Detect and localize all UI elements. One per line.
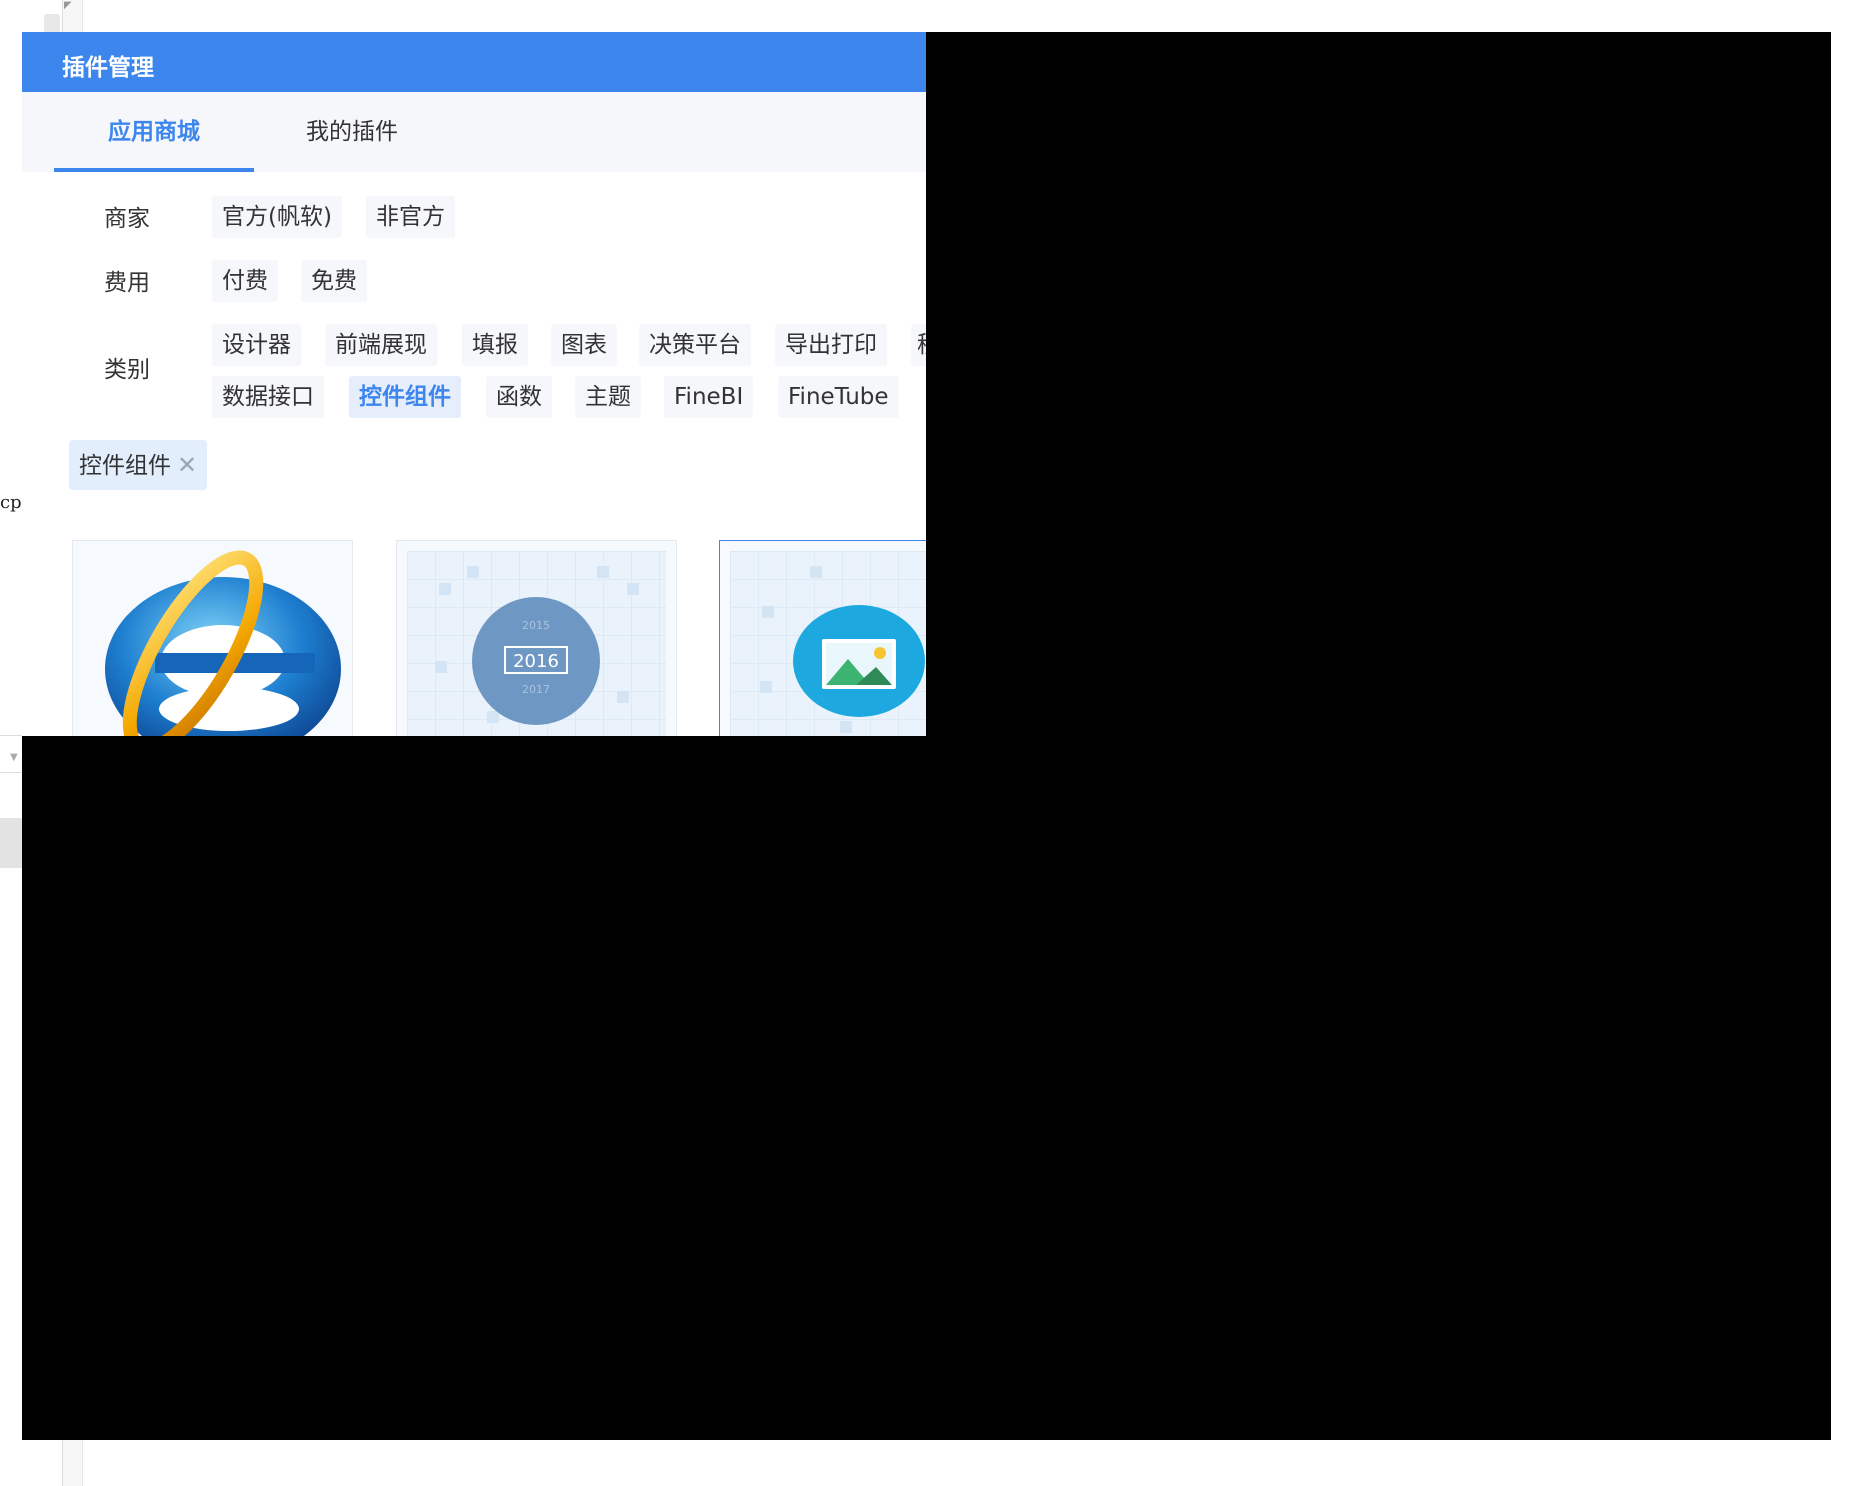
- plugin-card[interactable]: [719, 540, 927, 736]
- dialog-title: 插件管理: [62, 55, 154, 81]
- dialog-header: 插件管理: [22, 32, 927, 92]
- filter-chip-widget[interactable]: 控件组件: [349, 376, 461, 418]
- tab-my-plugins[interactable]: 我的插件: [277, 92, 427, 172]
- filter-label-cost: 费用: [104, 270, 150, 296]
- filter-chip-finebi[interactable]: FineBI: [664, 376, 754, 418]
- dropdown-arrow-icon[interactable]: ▼: [10, 752, 18, 763]
- filter-chip-export-print[interactable]: 导出打印: [775, 324, 887, 366]
- redacted-region: [22, 736, 927, 1440]
- filter-label-vendor: 商家: [104, 206, 150, 232]
- filter-chip-function[interactable]: 函数: [486, 376, 552, 418]
- filter-chip-fill-report[interactable]: 填报: [462, 324, 528, 366]
- year-below: 2017: [522, 683, 550, 696]
- background-divider: [0, 735, 24, 736]
- filter-chip-designer[interactable]: 设计器: [212, 324, 301, 366]
- filter-chip-paid[interactable]: 付费: [212, 260, 278, 302]
- filter-label-category: 类别: [104, 357, 150, 383]
- background-toolbar-block: [0, 818, 22, 868]
- year-above: 2015: [522, 619, 550, 632]
- filter-chip-frontend-display[interactable]: 前端展现: [325, 324, 437, 366]
- filter-chip-data-interface[interactable]: 数据接口: [212, 376, 324, 418]
- filter-chip-finetube[interactable]: FineTube: [778, 376, 899, 418]
- filter-chip-theme[interactable]: 主题: [575, 376, 641, 418]
- plugin-card[interactable]: 2015 2016 2017: [396, 540, 677, 736]
- filter-chip-decision-platform[interactable]: 决策平台: [639, 324, 751, 366]
- selected-filter-tag: 控件组件 ✕: [69, 440, 208, 490]
- date-picker-icon: 2015 2016 2017: [472, 597, 600, 725]
- filter-chip-unofficial[interactable]: 非官方: [366, 196, 455, 238]
- scroll-up-arrow-icon[interactable]: ◤: [64, 0, 72, 11]
- internet-explorer-icon: [105, 550, 341, 736]
- tab-bar: 应用商城 我的插件: [22, 92, 927, 172]
- tab-app-store[interactable]: 应用商城: [54, 92, 254, 172]
- filter-chip-mobile[interactable]: 移: [911, 324, 927, 366]
- close-icon[interactable]: ✕: [177, 440, 197, 490]
- year-selected: 2016: [513, 651, 559, 672]
- filter-chip-official[interactable]: 官方(帆软): [212, 196, 342, 238]
- plugin-card[interactable]: [72, 540, 353, 736]
- image-icon: [793, 605, 925, 717]
- selected-filter-label: 控件组件: [79, 453, 171, 479]
- redacted-region: [926, 32, 1831, 1440]
- filter-chip-free[interactable]: 免费: [301, 260, 367, 302]
- plugin-manager-dialog: 插件管理 应用商城 我的插件 商家 官方(帆软) 非官方 费用 付费 免费 类别…: [22, 32, 927, 736]
- background-divider: [0, 772, 24, 773]
- filter-chip-chart[interactable]: 图表: [551, 324, 617, 366]
